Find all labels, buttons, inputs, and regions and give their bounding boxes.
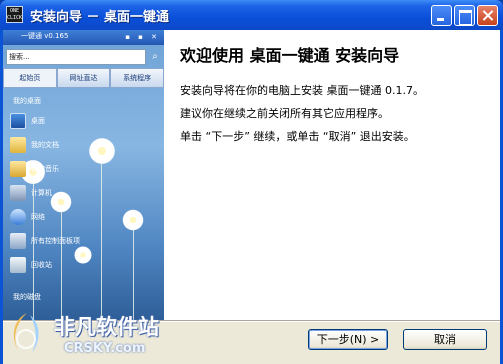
preview-item-list: 桌面 我的文档 我的音乐 计算机 网络 所有控制面板项 回收站 [3, 110, 164, 278]
preview-item-label: 网络 [31, 213, 45, 221]
folder-icon [10, 137, 26, 153]
preview-window-controls-icon: ▪ ▪ ✕ [125, 33, 160, 41]
preview-list-item: 回收站 [3, 254, 164, 278]
search-icon: ⌕ [152, 51, 158, 62]
preview-item-label: 所有控制面板项 [31, 237, 80, 245]
site-watermark: 非凡软件站 CRSKY.com [0, 305, 170, 364]
music-folder-icon [10, 161, 26, 177]
welcome-panel: 欢迎使用 桌面一键通 安装向导 安装向导将在你的电脑上安装 桌面一键通 0.1.… [164, 30, 500, 320]
intro-text-line-2: 建议你在继续之前关闭所有其它应用程序。 [180, 107, 389, 120]
preview-footer-header: 我的磁盘 [13, 293, 41, 301]
preview-list-item: 网络 [3, 206, 164, 230]
preview-item-label: 计算机 [31, 189, 52, 197]
control-panel-icon [10, 233, 26, 249]
app-logo-icon: ONE CLICK [6, 6, 23, 23]
preview-item-label: 回收站 [31, 261, 52, 269]
watermark-logo-icon [13, 313, 39, 353]
maximize-button[interactable] [454, 5, 475, 26]
watermark-title: 非凡软件站 [54, 315, 159, 339]
minimize-button[interactable] [431, 5, 452, 26]
preview-list-item: 我的文档 [3, 134, 164, 158]
preview-list-item: 我的音乐 [3, 158, 164, 182]
intro-text-line-1: 安装向导将在你的电脑上安装 桌面一键通 0.1.7。 [180, 84, 424, 97]
preview-item-label: 我的文档 [31, 141, 59, 149]
window-title: 安装向导 － 桌面一键通 [30, 10, 170, 25]
preview-search-placeholder: 搜索... [9, 53, 30, 61]
title-bar[interactable]: ONE CLICK 安装向导 － 桌面一键通 [0, 0, 503, 30]
intro-text-line-3: 单击 “下一步” 继续，或单击 “取消” 退出安装。 [180, 130, 415, 143]
preview-item-label: 我的音乐 [31, 165, 59, 173]
preview-tab-start: 起始页 [3, 68, 57, 88]
installer-window: ONE CLICK 安装向导 － 桌面一键通 一键通 v0.165 ▪ ▪ ✕ 搜… [0, 0, 503, 364]
page-title: 欢迎使用 桌面一键通 安装向导 [180, 46, 400, 65]
network-icon [10, 209, 26, 225]
preview-tab-urls: 网址直达 [56, 68, 111, 88]
desktop-icon [10, 113, 26, 129]
preview-list-item: 计算机 [3, 182, 164, 206]
computer-icon [10, 185, 26, 201]
cancel-button[interactable]: 取消 [403, 329, 487, 350]
preview-list-item: 桌面 [3, 110, 164, 134]
watermark-url: CRSKY.com [64, 341, 146, 356]
preview-item-label: 桌面 [31, 117, 45, 125]
next-button[interactable]: 下一步(N) > [308, 329, 388, 350]
preview-list-item: 所有控制面板项 [3, 230, 164, 254]
side-banner-image: 一键通 v0.165 ▪ ▪ ✕ 搜索... ⌕ 起始页 网址直达 系统程序 我… [3, 30, 164, 320]
close-button[interactable] [477, 5, 498, 26]
preview-tabs: 起始页 网址直达 系统程序 [3, 68, 164, 88]
preview-title: 一键通 v0.165 [21, 32, 69, 40]
preview-section-header: 我的桌面 [13, 97, 41, 105]
preview-search-input: 搜索... [6, 49, 146, 65]
preview-titlebar: 一键通 v0.165 ▪ ▪ ✕ [3, 30, 164, 45]
recycle-bin-icon [10, 257, 26, 273]
preview-tab-system: 系统程序 [110, 68, 164, 88]
